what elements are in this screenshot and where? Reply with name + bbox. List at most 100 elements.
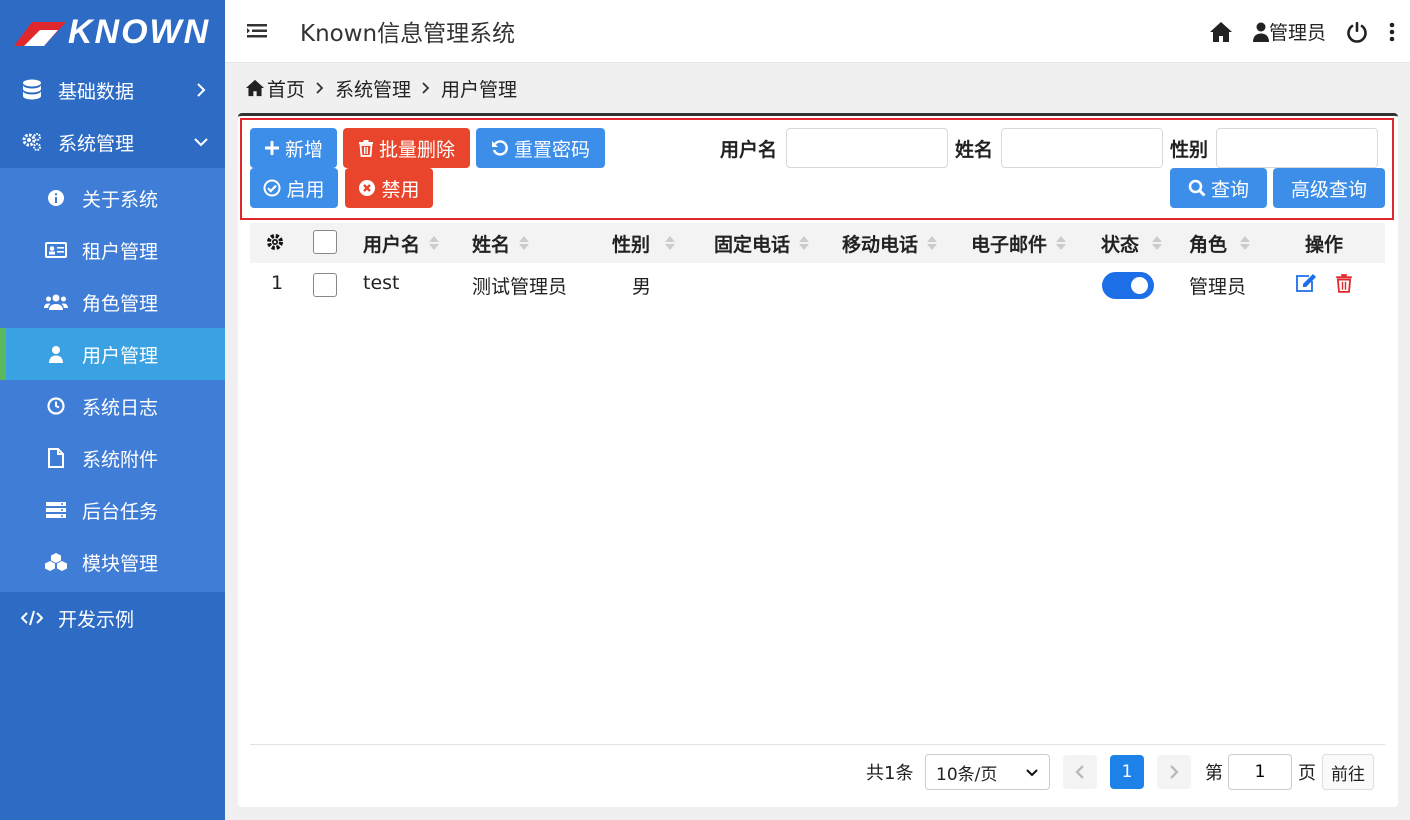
users-icon	[44, 290, 68, 314]
sidebar-item-tasks[interactable]: 后台任务	[0, 484, 225, 536]
sort-icon	[1152, 236, 1163, 250]
column-actions: 操作	[1305, 223, 1343, 263]
user-menu[interactable]: 管理员	[1252, 18, 1326, 45]
column-phone[interactable]: 固定电话	[714, 223, 810, 263]
prev-page-button[interactable]	[1063, 755, 1097, 789]
disable-button[interactable]: 禁用	[345, 168, 433, 208]
info-icon	[44, 186, 68, 210]
batch-delete-button[interactable]: 批量删除	[343, 128, 470, 168]
column-mobile[interactable]: 移动电话	[842, 223, 938, 263]
user-icon	[44, 342, 68, 366]
breadcrumb-system[interactable]: 系统管理	[335, 75, 411, 102]
name-label: 姓名	[955, 139, 994, 161]
sort-icon	[799, 236, 810, 250]
sidebar-item-attachments[interactable]: 系统附件	[0, 432, 225, 484]
goto-suffix: 页	[1298, 763, 1316, 784]
query-button-label: 查询	[1210, 178, 1249, 201]
sidebar-item-about[interactable]: 关于系统	[0, 172, 225, 224]
status-toggle[interactable]	[1102, 272, 1154, 299]
user-name: 管理员	[1268, 22, 1326, 44]
power-icon[interactable]	[1346, 21, 1368, 43]
sidebar-item-basic-data[interactable]: 基础数据	[0, 64, 225, 116]
gender-label: 性别	[1170, 139, 1209, 161]
column-status[interactable]: 状态	[1101, 223, 1163, 263]
sidebar-item-system-management[interactable]: 系统管理	[0, 116, 225, 168]
page-size-value: 10条/页	[936, 764, 998, 785]
chevron-right-icon	[422, 82, 430, 94]
sidebar-item-users[interactable]: 用户管理	[0, 328, 225, 380]
more-vertical-icon[interactable]	[1388, 21, 1396, 43]
pagination-divider	[250, 744, 1385, 745]
sidebar-item-label: 基础数据	[58, 80, 135, 103]
app-title: Known信息管理系统	[300, 21, 516, 47]
cell-role: 管理员	[1189, 275, 1247, 298]
row-checkbox[interactable]	[313, 273, 337, 297]
sort-icon	[1056, 236, 1067, 250]
logo-mark-icon	[14, 18, 66, 46]
top-header: Known信息管理系统 管理员	[225, 0, 1410, 63]
username-label: 用户名	[720, 139, 778, 161]
chevron-down-icon	[194, 138, 208, 147]
column-email[interactable]: 电子邮件	[971, 223, 1067, 263]
gears-icon	[20, 130, 44, 154]
menu-toggle-icon[interactable]	[245, 19, 269, 43]
add-button[interactable]: 新增	[250, 128, 337, 168]
reset-password-button-label: 重置密码	[513, 138, 590, 161]
home-icon[interactable]	[245, 79, 265, 97]
goto-button[interactable]: 前往	[1322, 754, 1374, 790]
sidebar-item-modules[interactable]: 模块管理	[0, 536, 225, 588]
breadcrumb-current: 用户管理	[441, 78, 518, 101]
goto-page-input[interactable]	[1228, 754, 1292, 790]
chevron-down-icon	[1026, 769, 1038, 777]
breadcrumb-home[interactable]: 首页	[267, 75, 305, 102]
sort-icon	[429, 236, 440, 250]
advanced-query-button[interactable]: 高级查询	[1273, 168, 1385, 208]
column-label: 移动电话	[842, 233, 919, 256]
column-username[interactable]: 用户名	[363, 223, 440, 263]
edit-icon[interactable]	[1295, 273, 1317, 293]
logo: KNOWN	[0, 0, 225, 64]
select-all-checkbox[interactable]	[313, 230, 337, 254]
chevron-right-icon	[316, 82, 324, 94]
reset-password-button[interactable]: 重置密码	[476, 128, 605, 168]
sidebar-item-label: 开发示例	[58, 608, 135, 631]
search-icon	[1188, 179, 1206, 197]
settings-gear-icon[interactable]	[265, 232, 285, 252]
column-role[interactable]: 角色	[1189, 223, 1251, 263]
sidebar-item-label: 用户管理	[82, 344, 159, 367]
sort-icon	[927, 236, 938, 250]
id-card-icon	[44, 238, 68, 262]
sidebar-item-roles[interactable]: 角色管理	[0, 276, 225, 328]
page-button-1[interactable]: 1	[1110, 755, 1144, 789]
enable-button[interactable]: 启用	[250, 168, 338, 208]
sidebar-item-label: 角色管理	[82, 292, 159, 315]
name-input[interactable]	[1001, 128, 1163, 168]
sidebar-item-tenants[interactable]: 租户管理	[0, 224, 225, 276]
query-button[interactable]: 查询	[1170, 168, 1267, 208]
database-icon	[20, 78, 44, 102]
sidebar-item-dev-examples[interactable]: 开发示例	[0, 592, 225, 644]
column-label: 操作	[1305, 233, 1344, 256]
username-input[interactable]	[786, 128, 948, 168]
home-icon[interactable]	[1209, 21, 1233, 43]
sort-icon	[665, 236, 676, 250]
undo-icon	[491, 140, 508, 156]
add-button-label: 新增	[284, 138, 323, 161]
column-label: 固定电话	[714, 233, 791, 256]
column-gender[interactable]: 性别	[612, 223, 676, 263]
column-name[interactable]: 姓名	[472, 223, 530, 263]
delete-icon[interactable]	[1335, 273, 1353, 293]
cubes-icon	[44, 550, 68, 574]
sidebar-item-label: 租户管理	[82, 240, 159, 263]
gender-input[interactable]	[1216, 128, 1378, 168]
advanced-query-button-label: 高级查询	[1290, 178, 1367, 201]
page-size-select[interactable]: 10条/页	[925, 754, 1050, 790]
sort-icon	[1240, 236, 1251, 250]
goto-prefix: 第	[1205, 763, 1223, 784]
sidebar-item-label: 模块管理	[82, 552, 159, 575]
column-label: 用户名	[363, 233, 421, 256]
column-label: 性别	[612, 233, 651, 256]
sidebar-item-label: 系统管理	[58, 132, 135, 155]
next-page-button[interactable]	[1157, 755, 1191, 789]
sidebar-item-logs[interactable]: 系统日志	[0, 380, 225, 432]
